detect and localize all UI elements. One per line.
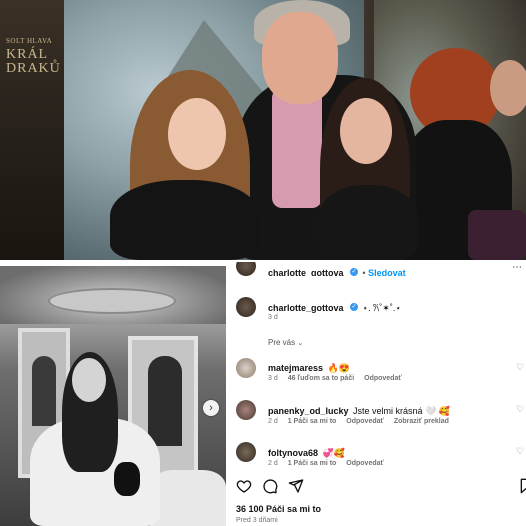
comment-avatar[interactable]	[236, 358, 256, 378]
comment-text: Jste velmi krásná 🤍 🥰	[353, 406, 450, 416]
comment-username[interactable]: panenky_od_lucky	[268, 406, 349, 416]
comment-username[interactable]: foltynova68	[268, 448, 318, 458]
heart-icon[interactable]: ♡	[516, 404, 524, 415]
post-photo[interactable]	[0, 266, 226, 526]
event-photo: SOLT HLAVA KRÁL DRAKŮ	[0, 0, 526, 260]
reply-button[interactable]: Odpovedať	[364, 375, 402, 382]
reply-button[interactable]: Odpovedať	[346, 460, 384, 467]
woman-face	[72, 358, 106, 402]
comment-avatar[interactable]	[236, 400, 256, 420]
black-handbag	[114, 462, 140, 496]
chevron-down-icon: ⌄	[297, 340, 304, 347]
comment-likes[interactable]: 46 ľuďom sa to páči	[288, 375, 354, 382]
comment-meta: 2 d 1 Páči sa mi to Odpovedať	[268, 460, 384, 467]
header-username[interactable]: charlotte_gottova	[268, 268, 344, 276]
for-you-dropdown[interactable]: Pre vás ⌄	[268, 338, 303, 347]
comment-meta: 2 d 1 Páči sa mi to Odpovedať Zobraziť p…	[268, 418, 449, 425]
comment-3: foltynova68 💞🥰	[268, 443, 345, 461]
comment-likes[interactable]: 1 Páči sa mi to	[288, 460, 337, 467]
handbag	[468, 210, 526, 260]
caption: charlotte_gottova ✓ ⋆. 𐙚˚✶˚.⋆	[268, 298, 401, 316]
verified-icon: ✓	[349, 302, 358, 311]
post-date: Pred 3 dňami	[236, 517, 278, 524]
movie-poster-left: SOLT HLAVA KRÁL DRAKŮ	[0, 0, 64, 260]
bathtub	[150, 470, 226, 526]
share-icon[interactable]	[288, 478, 304, 494]
comment-avatar[interactable]	[236, 442, 256, 462]
bookmark-icon[interactable]	[518, 478, 526, 494]
chevron-right-icon[interactable]: ›	[203, 400, 219, 416]
comment-icon[interactable]	[262, 478, 278, 494]
comment-meta: 3 d 46 ľuďom sa to páči Odpovedať	[268, 375, 402, 382]
heart-icon[interactable]: ♡	[516, 362, 524, 373]
girl-blonde-dress	[110, 180, 260, 260]
girl-dark-face	[340, 98, 392, 164]
comment-2: panenky_od_lucky Jste velmi krásná 🤍 🥰	[268, 401, 450, 419]
translate-button[interactable]: Zobraziť preklad	[394, 418, 449, 425]
verified-icon: ✓	[349, 267, 358, 276]
caption-time: 3 d	[268, 314, 278, 321]
comment-text: 🔥😍	[327, 363, 350, 373]
comment-1: matejmaress 🔥😍	[268, 358, 350, 376]
man-pink-shirt	[272, 88, 322, 208]
reply-button[interactable]: Odpovedať	[346, 418, 384, 425]
caption-username[interactable]: charlotte_gottova	[268, 303, 344, 313]
girl-blonde-face	[168, 98, 226, 170]
heart-icon[interactable]	[236, 478, 252, 494]
person-background	[490, 60, 526, 116]
caption-text: ⋆. 𐙚˚✶˚.⋆	[362, 303, 401, 313]
avatar[interactable]	[236, 262, 256, 276]
comment-username[interactable]: matejmaress	[268, 363, 323, 373]
comment-likes[interactable]: 1 Páči sa mi to	[288, 418, 337, 425]
heart-icon[interactable]: ♡	[516, 446, 524, 457]
post-header: charlotte_gottova ✓ • Sledovat ⋯	[236, 262, 526, 276]
more-options-icon[interactable]: ⋯	[512, 262, 522, 273]
girl-dark-dress	[318, 185, 418, 260]
follow-button[interactable]: Sledovat	[368, 268, 406, 276]
caption-avatar[interactable]	[236, 297, 256, 317]
post-likes[interactable]: 36 100 Páči sa mi to	[236, 504, 321, 514]
comment-text: 💞🥰	[322, 448, 345, 458]
man-face	[262, 12, 338, 104]
poster-title: SOLT HLAVA KRÁL DRAKŮ	[6, 37, 61, 76]
